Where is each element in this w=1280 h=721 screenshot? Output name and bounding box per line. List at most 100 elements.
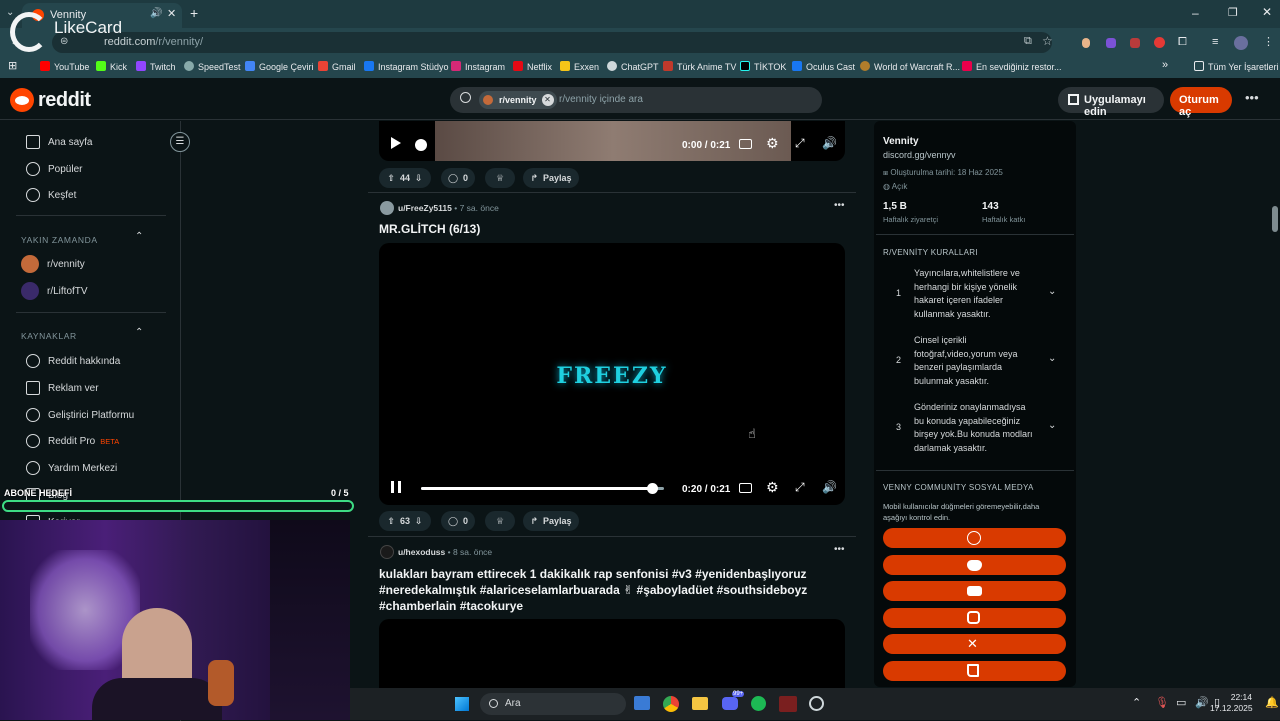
extensions-puzzle-icon[interactable]: ⧠ bbox=[1178, 36, 1187, 49]
extension-icon[interactable] bbox=[1082, 38, 1090, 48]
microphone-icon[interactable]: 🎙 bbox=[1155, 696, 1169, 709]
obs-app-icon[interactable] bbox=[779, 696, 797, 712]
upvote-icon[interactable]: ⇧ bbox=[387, 516, 395, 527]
taskbar-search[interactable]: Ara bbox=[480, 693, 626, 715]
post-options-icon[interactable]: ••• bbox=[834, 200, 845, 211]
seek-handle[interactable] bbox=[646, 483, 658, 494]
nav-help-center[interactable]: Yardım Merkezi bbox=[26, 459, 117, 477]
more-options-icon[interactable]: ••• bbox=[1245, 90, 1259, 105]
clock[interactable]: 22:14 17.12.2025 bbox=[1210, 692, 1253, 714]
fullscreen-icon[interactable]: ⤢ bbox=[795, 136, 805, 151]
share-button[interactable]: ↱ Paylaş bbox=[523, 511, 579, 531]
video-player[interactable]: FREEZY 0:20 / 0:21 ⚙ ⤢ 🔊 bbox=[379, 243, 845, 505]
nav-developer-platform[interactable]: Geliştirici Platformu bbox=[26, 406, 134, 424]
new-tab-button[interactable]: + bbox=[190, 5, 198, 21]
bookmark-netflix[interactable]: Netflix bbox=[513, 61, 552, 72]
upvote-icon[interactable]: ⇧ bbox=[387, 173, 395, 184]
captions-icon[interactable] bbox=[739, 483, 752, 493]
bookmark-twitch[interactable]: Twitch bbox=[136, 61, 176, 72]
fullscreen-icon[interactable]: ⤢ bbox=[795, 480, 805, 495]
network-icon[interactable]: ▭ bbox=[1176, 696, 1186, 709]
scrollbar-thumb[interactable] bbox=[1272, 206, 1278, 232]
apps-grid-icon[interactable]: ⊞ bbox=[8, 59, 17, 72]
social-x-button[interactable]: ✕ bbox=[883, 634, 1066, 654]
volume-icon[interactable]: 🔊 bbox=[822, 480, 837, 494]
nav-reddit-pro[interactable]: Reddit Pro BETA bbox=[26, 432, 119, 450]
post-title[interactable]: kulakları bayram ettirecek 1 dakikalık r… bbox=[379, 566, 849, 614]
social-website-button[interactable] bbox=[883, 528, 1066, 548]
vote-control[interactable]: ⇧ 44 ⇩ bbox=[379, 168, 431, 188]
video-player[interactable] bbox=[379, 619, 845, 689]
downvote-icon[interactable]: ⇩ bbox=[415, 173, 423, 184]
close-window-icon[interactable]: ✕ bbox=[1262, 5, 1272, 19]
social-discord-button[interactable] bbox=[883, 555, 1066, 575]
reddit-logo[interactable]: reddit bbox=[10, 87, 91, 113]
chevron-up-icon[interactable]: ⌃ bbox=[135, 231, 143, 242]
menu-icon[interactable]: ⋮ bbox=[1263, 35, 1274, 48]
bookmark-instagram[interactable]: Instagram bbox=[451, 61, 505, 72]
community-link[interactable]: discord.gg/vennyv bbox=[883, 150, 956, 160]
bookmark-gmail[interactable]: Gmail bbox=[318, 61, 356, 72]
extension-icon[interactable] bbox=[1106, 38, 1116, 48]
chevron-down-icon[interactable]: ⌄ bbox=[1048, 420, 1056, 431]
url-field[interactable]: ⊜ reddit.com/r/vennity/ ⧉ ☆ bbox=[52, 32, 1053, 53]
nav-home[interactable]: Ana sayfa bbox=[26, 133, 92, 151]
bookmark-translate[interactable]: Google Çeviri bbox=[245, 61, 314, 72]
maximize-icon[interactable]: ❐ bbox=[1228, 6, 1238, 19]
nav-explore[interactable]: Keşfet bbox=[26, 186, 76, 204]
clear-chip-icon[interactable]: ✕ bbox=[541, 94, 554, 106]
rule-text[interactable]: Yayıncılara,whitelistlere ve herhangi bi… bbox=[914, 267, 1039, 321]
bookmark-speedtest[interactable]: SpeedTest bbox=[184, 61, 241, 72]
captions-icon[interactable] bbox=[739, 139, 752, 149]
settings-gear-icon[interactable]: ⚙ bbox=[766, 479, 779, 496]
downvote-icon[interactable]: ⇩ bbox=[415, 516, 423, 527]
award-button[interactable]: ♕ bbox=[485, 511, 515, 531]
award-button[interactable]: ♕ bbox=[485, 168, 515, 188]
bookmark-tiktok[interactable]: TİKTOK bbox=[740, 61, 786, 72]
all-bookmarks[interactable]: Tüm Yer İşaretleri bbox=[1194, 61, 1279, 72]
chevron-up-icon[interactable]: ⌃ bbox=[135, 327, 143, 338]
bookmark-star-icon[interactable]: ☆ bbox=[1042, 34, 1053, 48]
comments-button[interactable]: ◯ 0 bbox=[441, 511, 475, 531]
profile-avatar[interactable] bbox=[1234, 36, 1248, 50]
tray-overflow-icon[interactable]: ⌃ bbox=[1132, 696, 1141, 709]
rule-text[interactable]: Gönderiniz onaylanmadıysa bu konuda yapa… bbox=[914, 401, 1039, 455]
bookmark-oculus[interactable]: Oculus Cast bbox=[792, 61, 855, 72]
seek-track[interactable] bbox=[421, 483, 664, 494]
chevron-down-icon[interactable]: ⌄ bbox=[1048, 353, 1056, 364]
volume-icon[interactable]: 🔊 bbox=[1195, 696, 1209, 709]
social-twitch-button[interactable] bbox=[883, 661, 1066, 681]
notifications-icon[interactable]: 🔔 bbox=[1265, 696, 1279, 709]
file-explorer-icon[interactable] bbox=[692, 697, 708, 710]
recent-liftoftv[interactable]: r/LiftofTV bbox=[21, 282, 88, 300]
bookmark-yemeksepeti[interactable]: En sevdiğiniz restor... bbox=[962, 61, 1062, 72]
play-icon[interactable] bbox=[391, 137, 401, 149]
resources-header[interactable]: KAYNAKLAR bbox=[21, 331, 77, 341]
recent-vennity[interactable]: r/vennity bbox=[21, 255, 85, 273]
subreddit-chip[interactable]: r/vennity ✕ bbox=[479, 91, 557, 109]
post-options-icon[interactable]: ••• bbox=[834, 544, 845, 555]
post-author-avatar[interactable] bbox=[380, 201, 394, 215]
bookmark-kick[interactable]: Kick bbox=[96, 61, 127, 72]
page-scrollbar[interactable] bbox=[1271, 120, 1279, 688]
bookmarks-overflow-icon[interactable]: » bbox=[1162, 59, 1168, 71]
collapse-nav-button[interactable]: ☰ bbox=[170, 132, 190, 152]
widgets-icon[interactable] bbox=[634, 696, 650, 710]
comments-button[interactable]: ◯ 0 bbox=[441, 168, 475, 188]
audio-icon[interactable]: 🔊 bbox=[150, 8, 162, 19]
close-tab-icon[interactable]: ✕ bbox=[167, 7, 176, 20]
extension-icon[interactable] bbox=[1154, 37, 1165, 48]
bookmark-exxen[interactable]: Exxen bbox=[560, 61, 599, 72]
minimize-icon[interactable]: – bbox=[1192, 6, 1199, 20]
cast-icon[interactable]: ⧉ bbox=[1024, 35, 1032, 48]
steam-icon[interactable] bbox=[809, 696, 824, 711]
bookmark-youtube[interactable]: YouTube bbox=[40, 61, 89, 72]
reading-list-icon[interactable]: ≡ bbox=[1212, 36, 1218, 48]
bookmark-turk-anime[interactable]: Türk Anime TV bbox=[663, 61, 736, 72]
bookmark-wow[interactable]: World of Warcraft R... bbox=[860, 61, 960, 72]
bookmark-chatgpt[interactable]: ChatGPT bbox=[607, 61, 659, 72]
nav-about-reddit[interactable]: Reddit hakkında bbox=[26, 352, 120, 370]
rule-text[interactable]: Cinsel içerikli fotoğraf,video,yorum vey… bbox=[914, 334, 1039, 388]
search-bar[interactable]: r/vennity ✕ r/vennity içinde ara bbox=[450, 87, 822, 113]
post-author-avatar[interactable] bbox=[380, 545, 394, 559]
